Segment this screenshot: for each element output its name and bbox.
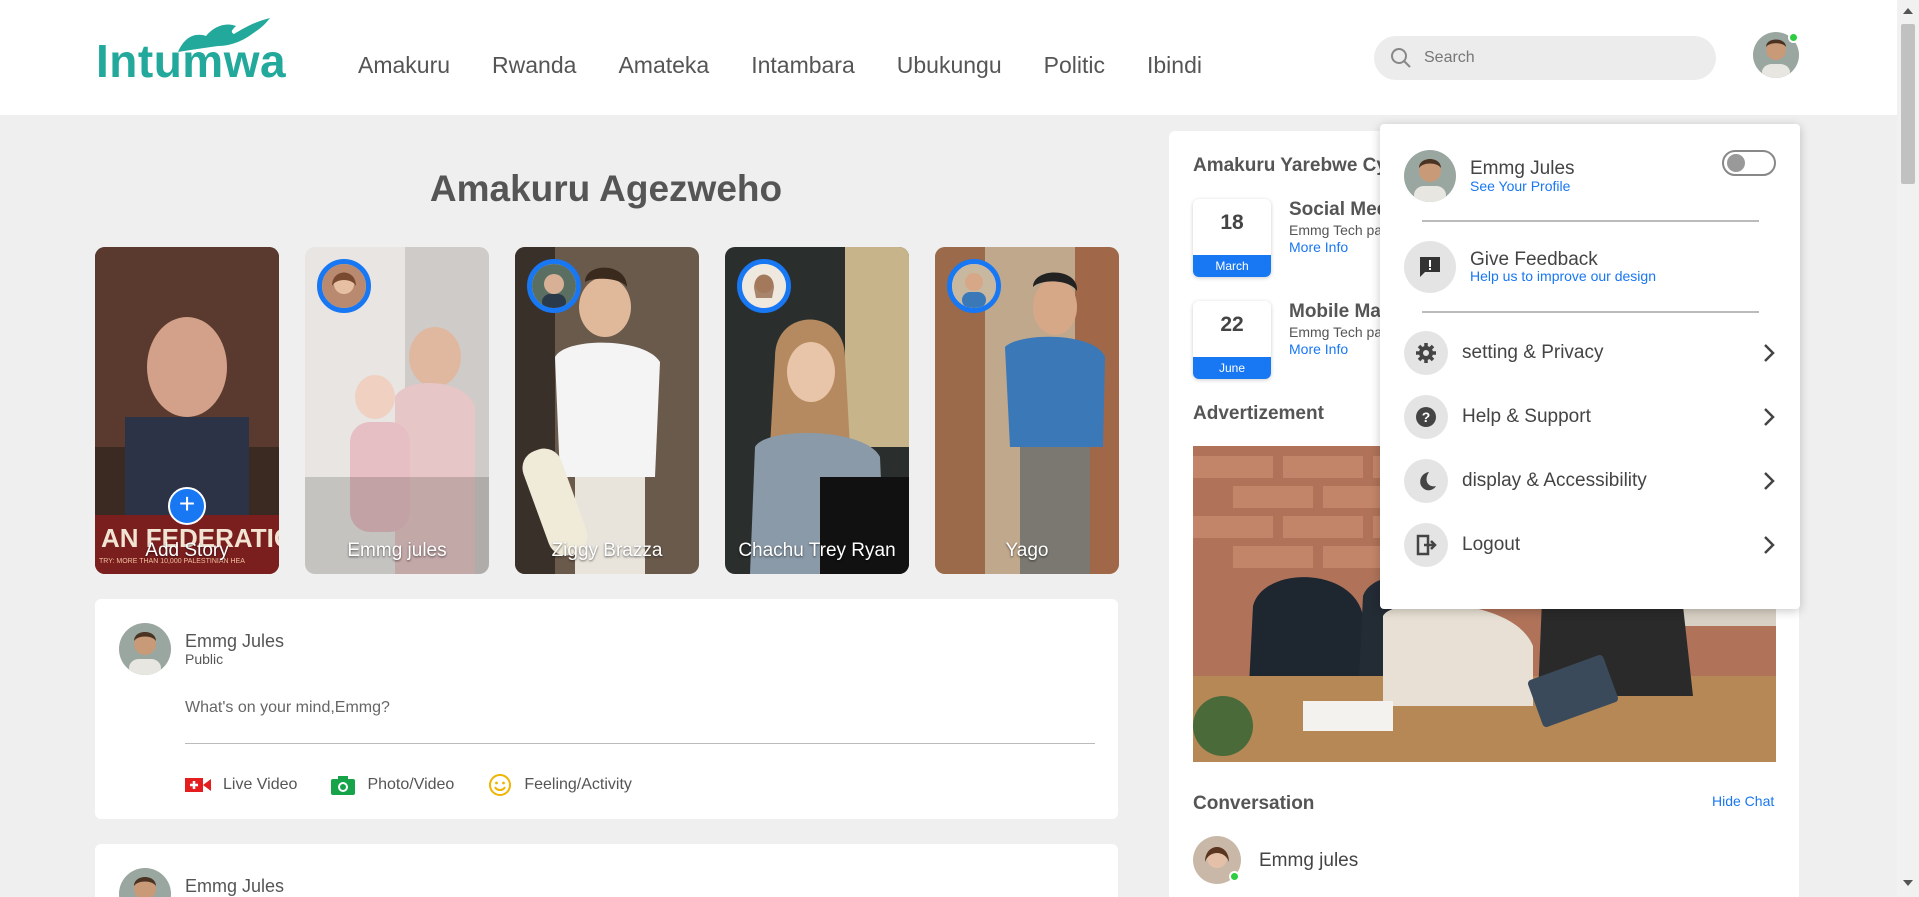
see-profile-link[interactable]: See Your Profile bbox=[1470, 178, 1570, 194]
feeling-activity-label: Feeling/Activity bbox=[524, 776, 632, 793]
story-label: Add Story bbox=[145, 540, 229, 561]
logout-icon bbox=[1404, 523, 1448, 567]
event-title: Mobile Ma bbox=[1289, 301, 1381, 322]
contact-online-dot bbox=[1229, 871, 1240, 882]
hide-chat-link[interactable]: Hide Chat bbox=[1712, 793, 1774, 809]
gear-icon bbox=[1404, 331, 1448, 375]
story-card[interactable]: Yago bbox=[935, 247, 1119, 574]
story-label: Emmg jules bbox=[347, 540, 447, 561]
settings-privacy-item[interactable]: setting & Privacy bbox=[1404, 331, 1776, 375]
nav-politic[interactable]: Politic bbox=[1044, 52, 1105, 79]
chevron-right-icon bbox=[1764, 344, 1775, 362]
event-day: 18 bbox=[1220, 211, 1244, 234]
story-label: Yago bbox=[1005, 540, 1049, 561]
event-month: June bbox=[1193, 357, 1271, 379]
story-avatar bbox=[947, 259, 1001, 313]
ad-heading: Advertizement bbox=[1193, 403, 1324, 424]
add-story-button[interactable]: + bbox=[168, 487, 206, 525]
event-description: Emmg Tech pa bbox=[1289, 324, 1383, 340]
event-more-info-link[interactable]: More Info bbox=[1289, 341, 1348, 357]
nav-ubukungu[interactable]: Ubukungu bbox=[897, 52, 1002, 79]
photo-video-label: Photo/Video bbox=[367, 776, 455, 793]
post-avatar bbox=[119, 868, 171, 897]
story-card[interactable]: Chachu Trey Ryan bbox=[725, 247, 909, 574]
top-header: Intumwa Amakuru Rwanda Amateka Intambara… bbox=[0, 0, 1897, 115]
video-camera-icon bbox=[185, 778, 211, 792]
event-month: March bbox=[1193, 255, 1271, 277]
feedback-icon bbox=[1404, 241, 1456, 293]
nav-ibindi[interactable]: Ibindi bbox=[1147, 52, 1202, 79]
nav-intambara[interactable]: Intambara bbox=[751, 52, 855, 79]
composer-actions: Live Video Photo/Video Feeling/Activity bbox=[185, 773, 632, 797]
event-date-badge: 22 June bbox=[1193, 301, 1271, 379]
toggle-knob bbox=[1727, 154, 1745, 172]
story-card[interactable]: Emmg jules bbox=[305, 247, 489, 574]
contact-name[interactable]: Emmg jules bbox=[1259, 850, 1358, 872]
camera-icon bbox=[331, 776, 356, 795]
stories-row: AN FEDERATIO TRY: MORE THAN 10,000 PALES… bbox=[95, 247, 1119, 574]
logo-text: Intumwa bbox=[96, 35, 287, 87]
story-card-add[interactable]: AN FEDERATIO TRY: MORE THAN 10,000 PALES… bbox=[95, 247, 279, 574]
nav-rwanda[interactable]: Rwanda bbox=[492, 52, 576, 79]
event-title: Social Med bbox=[1289, 199, 1389, 220]
help-support-label: Help & Support bbox=[1462, 406, 1591, 427]
nav-amateka[interactable]: Amateka bbox=[618, 52, 709, 79]
post-author-name[interactable]: Emmg Jules bbox=[185, 876, 284, 897]
logo[interactable]: Intumwa bbox=[96, 18, 286, 88]
composer-avatar bbox=[119, 623, 171, 675]
smiley-icon bbox=[489, 774, 512, 796]
settings-privacy-label: setting & Privacy bbox=[1462, 342, 1604, 363]
display-accessibility-label: display & Accessibility bbox=[1462, 470, 1647, 491]
scroll-thumb[interactable] bbox=[1901, 24, 1915, 184]
dropdown-user-name: Emmg Jules bbox=[1470, 158, 1575, 179]
help-support-item[interactable]: ? Help & Support bbox=[1404, 395, 1776, 439]
logout-label: Logout bbox=[1462, 534, 1521, 555]
composer-user-name: Emmg Jules bbox=[185, 631, 285, 651]
post-input[interactable] bbox=[185, 699, 1095, 744]
story-label: Chachu Trey Ryan bbox=[738, 540, 896, 561]
feeling-activity-button[interactable]: Feeling/Activity bbox=[488, 773, 632, 797]
scroll-up-arrow-icon[interactable] bbox=[1903, 8, 1913, 14]
profile-dropdown-menu: Emmg Jules See Your Profile Give Feedbac… bbox=[1380, 124, 1800, 609]
story-avatar bbox=[737, 259, 791, 313]
dropdown-avatar[interactable] bbox=[1404, 150, 1456, 202]
live-video-button[interactable]: Live Video bbox=[185, 773, 297, 797]
event-more-info-link[interactable]: More Info bbox=[1289, 239, 1348, 255]
logout-item[interactable]: Logout bbox=[1404, 523, 1776, 567]
photo-video-button[interactable]: Photo/Video bbox=[331, 773, 454, 797]
live-video-label: Live Video bbox=[223, 776, 298, 793]
story-label: Ziggy Brazza bbox=[551, 540, 663, 561]
divider bbox=[1422, 311, 1759, 313]
search-icon bbox=[1391, 48, 1411, 68]
dark-mode-toggle[interactable] bbox=[1722, 150, 1776, 176]
chevron-right-icon bbox=[1764, 408, 1775, 426]
feed-post: Emmg Jules bbox=[95, 844, 1118, 897]
events-heading: Amakuru Yarebwe Cy bbox=[1193, 155, 1387, 176]
chevron-right-icon bbox=[1764, 472, 1775, 490]
online-status-dot bbox=[1788, 32, 1799, 43]
post-composer: Emmg Jules Public Live Video Photo/Video… bbox=[95, 599, 1118, 819]
event-description: Emmg Tech pa bbox=[1289, 222, 1383, 238]
story-avatar bbox=[527, 259, 581, 313]
help-icon: ? bbox=[1404, 395, 1448, 439]
scroll-down-arrow-icon[interactable] bbox=[1903, 880, 1913, 886]
event-day: 22 bbox=[1220, 313, 1244, 336]
chevron-right-icon bbox=[1764, 536, 1775, 554]
event-date-badge: 18 March bbox=[1193, 199, 1271, 277]
nav-amakuru[interactable]: Amakuru bbox=[358, 52, 450, 79]
story-card[interactable]: Ziggy Brazza bbox=[515, 247, 699, 574]
main-nav: Amakuru Rwanda Amateka Intambara Ubukung… bbox=[358, 52, 1202, 79]
composer-privacy[interactable]: Public bbox=[185, 651, 223, 667]
conversation-heading: Conversation bbox=[1193, 793, 1315, 814]
search-input[interactable] bbox=[1424, 49, 1684, 67]
moon-icon bbox=[1404, 459, 1448, 503]
divider bbox=[1422, 220, 1759, 222]
page-title: Amakuru Agezweho bbox=[429, 168, 783, 209]
page-scrollbar[interactable] bbox=[1897, 0, 1919, 897]
svg-text:?: ? bbox=[1422, 409, 1431, 425]
give-feedback-subtitle[interactable]: Help us to improve our design bbox=[1470, 268, 1656, 284]
story-avatar bbox=[317, 259, 371, 313]
search-bar[interactable] bbox=[1374, 36, 1716, 80]
display-accessibility-item[interactable]: display & Accessibility bbox=[1404, 459, 1776, 503]
